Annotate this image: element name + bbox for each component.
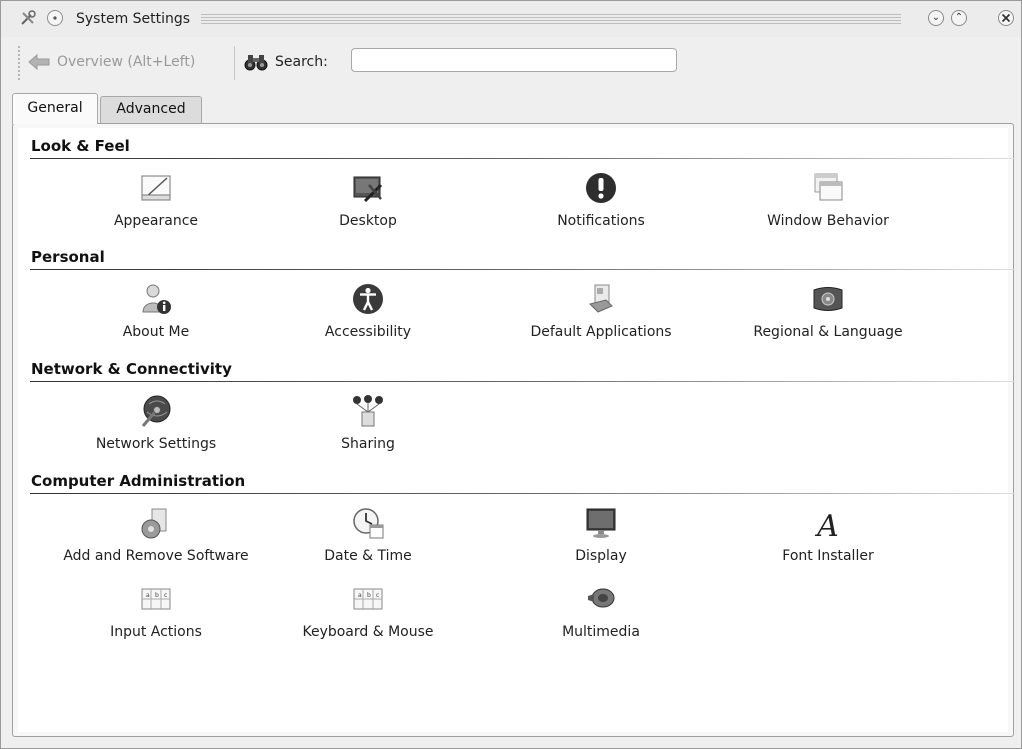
desktop-icon [353, 176, 383, 203]
svg-text:c: c [376, 592, 379, 599]
setting-default-applications[interactable]: Default Applications [491, 282, 711, 350]
setting-network-settings[interactable]: Network Settings [46, 394, 266, 462]
setting-label: Display [575, 548, 627, 564]
overview-back-label: Overview (Alt+Left) [57, 54, 196, 70]
setting-label: Desktop [339, 213, 397, 229]
setting-add-remove-software[interactable]: Add and Remove Software [46, 506, 266, 574]
close-button[interactable] [997, 9, 1015, 27]
setting-regional-language[interactable]: Regional & Language [718, 282, 938, 350]
setting-label: Notifications [557, 213, 645, 229]
about-me-icon [142, 284, 171, 314]
section-divider [30, 381, 1015, 382]
setting-sharing[interactable]: Sharing [258, 394, 478, 462]
multimedia-icon [588, 588, 615, 608]
setting-keyboard-mouse[interactable]: a b c Keyboard & Mouse [258, 582, 478, 650]
setting-label: Input Actions [110, 624, 202, 640]
maximize-button[interactable]: ⌃ [951, 10, 967, 26]
svg-text:a: a [358, 592, 362, 599]
setting-notifications[interactable]: Notifications [491, 171, 711, 239]
setting-label: Accessibility [324, 324, 412, 340]
setting-label: Sharing [341, 436, 395, 452]
tab-advanced[interactable]: Advanced [100, 96, 202, 123]
notifications-icon [586, 173, 616, 203]
setting-label: Keyboard & Mouse [302, 624, 434, 640]
network-settings-icon [141, 395, 171, 427]
back-arrow-icon [28, 54, 50, 70]
regional-language-icon [813, 287, 843, 311]
input-actions-icon: a b c [141, 588, 171, 610]
tab-general[interactable]: General [12, 93, 98, 124]
title-bar[interactable]: System Settings ⌄ ⌃ [1, 1, 1021, 37]
accessibility-icon [353, 284, 383, 314]
setting-input-actions[interactable]: a b c Input Actions [46, 582, 266, 650]
minimize-button[interactable]: ⌄ [928, 10, 944, 26]
window-title: System Settings [76, 11, 191, 27]
search-input[interactable] [351, 48, 677, 72]
svg-text:b: b [155, 592, 159, 599]
toolbar-separator [234, 46, 235, 80]
section-title-computer-administration: Computer Administration [31, 472, 246, 490]
setting-label: Appearance [113, 213, 199, 229]
setting-label: Date & Time [324, 548, 412, 564]
setting-display[interactable]: Display [491, 506, 711, 574]
system-settings-window: System Settings ⌄ ⌃ Overview (Alt+Left) [0, 0, 1022, 749]
default-applications-icon [589, 284, 613, 313]
chevron-down-icon: ⌄ [931, 12, 941, 23]
appearance-icon [141, 175, 171, 201]
setting-about-me[interactable]: About Me [46, 282, 266, 350]
section-title-network: Network & Connectivity [31, 360, 232, 378]
setting-date-time[interactable]: Date & Time [258, 506, 478, 574]
toolbar-grip[interactable] [18, 46, 20, 82]
setting-label: Multimedia [562, 624, 640, 640]
svg-text:A: A [814, 509, 839, 540]
chevron-up-icon: ⌃ [954, 12, 964, 23]
section-title-personal: Personal [31, 248, 105, 266]
setting-label: Regional & Language [753, 324, 903, 340]
search-label: Search: [244, 50, 328, 74]
setting-label: Default Applications [530, 324, 672, 340]
svg-text:c: c [164, 592, 167, 599]
setting-label: About Me [122, 324, 190, 340]
setting-desktop[interactable]: Desktop [258, 171, 478, 239]
section-title-look-feel: Look & Feel [31, 137, 130, 155]
display-icon [586, 508, 616, 538]
setting-accessibility[interactable]: Accessibility [258, 282, 478, 350]
svg-text:b: b [367, 592, 371, 599]
setting-window-behavior[interactable]: Window Behavior [718, 171, 938, 239]
setting-label: Add and Remove Software [63, 548, 249, 564]
setting-label: Window Behavior [767, 213, 889, 229]
overview-back-button[interactable]: Overview (Alt+Left) [28, 50, 195, 74]
section-divider [30, 158, 1015, 159]
setting-font-installer[interactable]: A Font Installer [718, 506, 938, 574]
binoculars-icon [244, 55, 268, 71]
date-time-icon [353, 508, 384, 539]
window-menu-icon[interactable] [46, 9, 64, 27]
window-behavior-icon [814, 173, 843, 201]
search-label-text: Search: [275, 54, 328, 70]
sharing-icon [353, 395, 383, 427]
tools-icon[interactable] [19, 9, 37, 27]
setting-label: Network Settings [95, 436, 217, 452]
svg-text:a: a [146, 592, 150, 599]
setting-appearance[interactable]: Appearance [46, 171, 266, 239]
setting-label: Font Installer [782, 548, 874, 564]
setting-multimedia[interactable]: Multimedia [491, 582, 711, 650]
settings-content: Look & Feel Appearance Desktop Notificat… [18, 128, 1015, 732]
title-bar-grip [201, 14, 901, 24]
add-remove-software-icon [141, 508, 167, 539]
section-divider [30, 269, 1015, 270]
section-divider [30, 493, 1015, 494]
font-installer-icon: A [814, 509, 839, 540]
keyboard-mouse-icon: a b c [353, 588, 383, 610]
